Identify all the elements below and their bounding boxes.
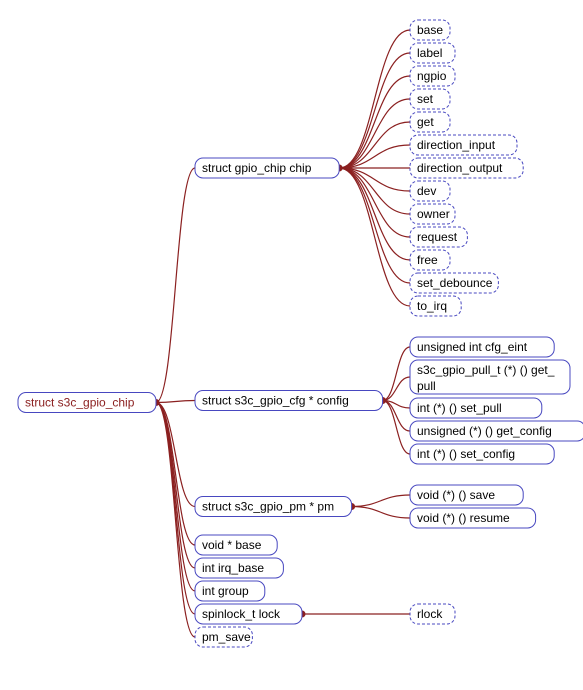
tree-node-label: label <box>417 46 442 60</box>
tree-node-label: struct gpio_chip chip <box>202 161 312 175</box>
tree-edge <box>156 403 195 638</box>
tree-node-label: void (*) () resume <box>417 511 510 525</box>
tree-edge <box>339 168 410 283</box>
tree-edge <box>339 168 410 214</box>
tree-node-label: struct s3c_gpio_chip <box>25 396 135 410</box>
tree-node-label: int group <box>202 584 249 598</box>
tree-edge <box>339 168 410 306</box>
svg-text:s3c_gpio_pull_t (*) () get_: s3c_gpio_pull_t (*) () get_ <box>417 363 555 377</box>
tree-node-label: base <box>417 23 443 37</box>
tree-edge <box>352 495 410 507</box>
tree-node-label: get <box>417 115 434 129</box>
tree-edge <box>352 507 410 519</box>
tree-node-label: unsigned (*) () get_config <box>417 424 552 438</box>
tree-edge <box>156 403 195 615</box>
tree-node-label: free <box>417 253 438 267</box>
tree-node-label: request <box>417 230 458 244</box>
tree-node-label: direction_output <box>417 161 503 175</box>
svg-text:pull: pull <box>417 379 436 393</box>
tree-node-label: set <box>417 92 434 106</box>
tree-edge <box>339 168 410 260</box>
tree-node-label: dev <box>417 184 436 198</box>
tree-edge <box>383 401 410 455</box>
tree-node-label: struct s3c_gpio_cfg * config <box>202 394 349 408</box>
tree-node-label: direction_input <box>417 138 496 152</box>
tree-edge <box>156 401 195 403</box>
tree-node-label: int (*) () set_config <box>417 447 515 461</box>
tree-node-label: set_debounce <box>417 276 493 290</box>
tree-node-label: rlock <box>417 607 443 621</box>
tree-node-label: ngpio <box>417 69 447 83</box>
tree-edge <box>339 30 410 168</box>
tree-edge <box>339 122 410 168</box>
tree-node-label: to_irq <box>417 299 447 313</box>
tree-edge <box>339 76 410 168</box>
tree-node-label: void * base <box>202 538 262 552</box>
tree-node-label: void (*) () save <box>417 488 495 502</box>
tree-node-label: int irq_base <box>202 561 264 575</box>
tree-node-label: unsigned int cfg_eint <box>417 340 528 354</box>
tree-node-label: spinlock_t lock <box>202 607 281 621</box>
tree-node-label: struct s3c_gpio_pm * pm <box>202 500 334 514</box>
tree-edge <box>383 377 410 401</box>
tree-node-label: int (*) () set_pull <box>417 401 502 415</box>
tree-node-label: pm_save <box>202 630 251 644</box>
tree-edge <box>383 347 410 401</box>
tree-node-label: owner <box>417 207 450 221</box>
tree-edge <box>156 403 195 507</box>
tree-edge <box>156 168 195 403</box>
tree-edge <box>339 53 410 168</box>
tree-edge <box>156 403 195 569</box>
